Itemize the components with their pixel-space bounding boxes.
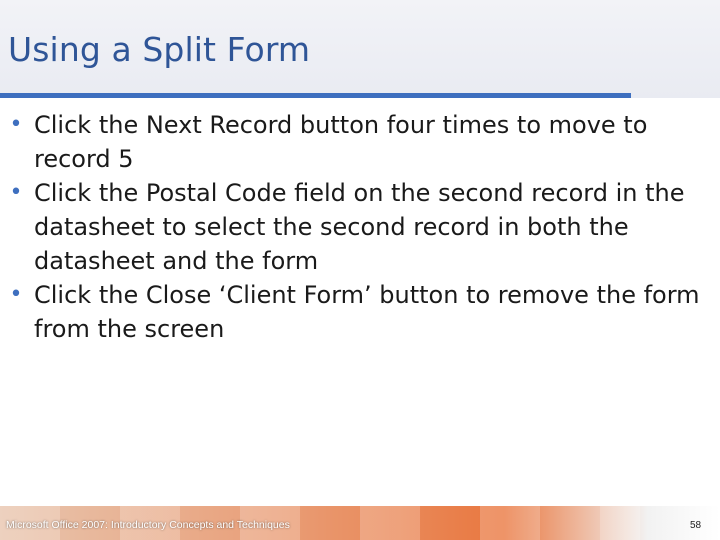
bullet-text: Click the Postal Code field on the secon… bbox=[34, 179, 685, 275]
bullet-item: • Click the Close ‘Client Form’ button t… bbox=[4, 278, 704, 346]
bullet-icon: • bbox=[9, 112, 23, 137]
bullet-icon: • bbox=[9, 282, 23, 307]
bullet-list: • Click the Next Record button four time… bbox=[4, 108, 704, 346]
footer-text: Microsoft Office 2007: Introductory Conc… bbox=[6, 519, 290, 531]
bullet-text: Click the Next Record button four times … bbox=[34, 111, 648, 173]
bullet-icon: • bbox=[9, 180, 23, 205]
page-number: 58 bbox=[690, 520, 702, 531]
bullet-text: Click the Close ‘Client Form’ button to … bbox=[34, 281, 700, 343]
bullet-item: • Click the Postal Code field on the sec… bbox=[4, 176, 704, 278]
bullet-item: • Click the Next Record button four time… bbox=[4, 108, 704, 176]
footer-bar: Microsoft Office 2007: Introductory Conc… bbox=[0, 506, 720, 540]
title-underline bbox=[0, 93, 631, 98]
slide-title: Using a Split Form bbox=[8, 30, 311, 69]
